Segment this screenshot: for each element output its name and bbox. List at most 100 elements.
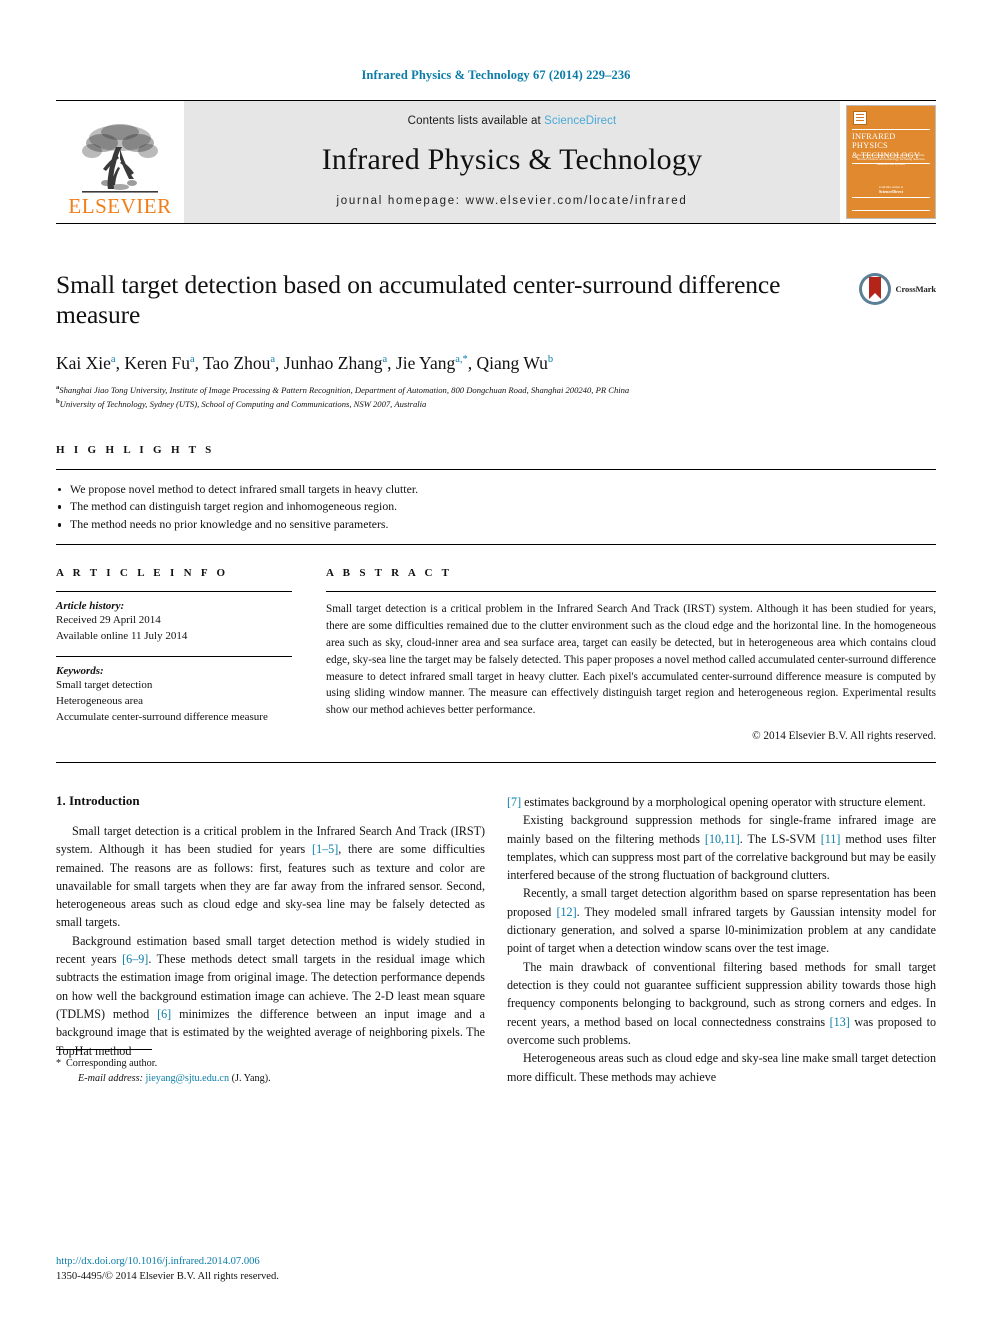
cover-divider <box>852 197 930 198</box>
paragraph: [7] estimates background by a morphologi… <box>507 794 926 809</box>
highlights-list: We propose novel method to detect infrar… <box>56 470 936 545</box>
article-history-heading: Article history: <box>56 600 125 613</box>
cover-divider <box>852 210 930 211</box>
paragraph: Existing background suppression methods … <box>507 813 936 883</box>
article-info-label: A R T I C L E I N F O <box>56 567 229 580</box>
footnote-rule <box>56 1048 152 1050</box>
author-name: Tao Zhou <box>203 352 271 373</box>
left-column-paragraphs: Small target detection is a critical pro… <box>56 822 485 1060</box>
introduction-heading: 1. Introduction <box>56 792 140 808</box>
left-column: 1. Introduction Small target detection i… <box>56 793 485 1086</box>
author-affiliation-mark: a <box>270 353 276 365</box>
abstract-copyright: © 2014 Elsevier B.V. All rights reserved… <box>752 729 936 742</box>
author-name: Kai Xie <box>56 352 111 373</box>
paragraph: Small target detection is a critical pro… <box>56 823 485 930</box>
author-affiliation-mark: a,* <box>455 353 468 365</box>
keyword: Small target detection <box>56 679 153 692</box>
affiliation: bUniversity of Technology, Sydney (UTS),… <box>56 397 427 409</box>
author-name: Junhao Zhang <box>283 352 383 373</box>
paragraph: Heterogeneous areas such as cloud edge a… <box>507 1051 936 1084</box>
elsevier-logo: ELSEVIER <box>56 101 184 223</box>
divider <box>56 544 936 546</box>
journal-cover-thumbnail: INFRARED PHYSICS & TECHNOLOGY An interna… <box>846 105 936 219</box>
divider <box>56 761 936 763</box>
keywords-group: Keywords: Small target detection Heteroge… <box>56 657 292 726</box>
journal-homepage-link[interactable]: journal homepage: www.elsevier.com/locat… <box>337 195 688 207</box>
affiliation-mark: a <box>56 384 60 392</box>
contents-prefix: Contents lists available at <box>407 115 545 127</box>
sciencedirect-link[interactable]: ScienceDirect <box>544 115 616 127</box>
keywords-lines: Small target detection Heterogeneous area… <box>56 678 292 726</box>
journal-cover: INFRARED PHYSICS & TECHNOLOGY An interna… <box>840 101 936 223</box>
info-abstract-row: A R T I C L E I N F O Article history: R… <box>56 567 936 742</box>
paragraph: The main drawback of conventional filter… <box>507 959 936 1047</box>
cover-title-line1: INFRARED PHYSICS <box>852 132 896 151</box>
cover-footer: available online at ScienceDirect <box>854 185 928 195</box>
contents-available-line: Contents lists available at ScienceDirec… <box>408 115 617 127</box>
corresponding-author-text: Corresponding author. <box>66 1057 158 1069</box>
author-affiliation-mark: a <box>382 353 388 365</box>
author-list: Kai Xiea, Keren Fua, Tao Zhoua, Junhao Z… <box>56 352 554 373</box>
elsevier-wordmark: ELSEVIER <box>68 194 172 218</box>
body-columns: 1. Introduction Small target detection i… <box>56 793 936 1086</box>
article-info-column: A R T I C L E I N F O Article history: R… <box>56 567 318 742</box>
journal-masthead: ELSEVIER Contents lists available at Sci… <box>56 100 936 224</box>
author-name: Keren Fu <box>124 352 190 373</box>
article-history-group: Article history: Received 29 April 2014 A… <box>56 592 292 645</box>
citation-link[interactable]: [1–5] <box>312 842 338 856</box>
footnote-block: * Corresponding author. E-mail address: … <box>56 1048 485 1086</box>
citation-link[interactable]: [6–9] <box>122 952 148 966</box>
page-title: Small target detection based on accumula… <box>56 270 781 330</box>
citation-link[interactable]: [7] <box>507 795 521 809</box>
affiliation: aShanghai Jiao Tong University, Institut… <box>56 384 630 396</box>
author-affiliation-mark: a <box>110 353 116 365</box>
cover-divider <box>852 129 930 130</box>
author-name: Jie Yang <box>395 352 456 373</box>
keyword: Accumulate center-surround difference me… <box>56 711 268 724</box>
affiliation-mark: b <box>56 397 60 405</box>
journal-reference: Infrared Physics & Technology 67 (2014) … <box>361 68 631 82</box>
highlight-item: The method needs no prior knowledge and … <box>56 516 936 534</box>
email-label: E-mail address: <box>78 1072 143 1084</box>
article-history-lines: Received 29 April 2014 Available online 1… <box>56 613 292 645</box>
citation-link[interactable]: [6] <box>157 1007 171 1021</box>
elsevier-tree-icon <box>82 124 158 193</box>
journal-banner: Contents lists available at ScienceDirec… <box>184 101 840 223</box>
crossmark-label: CrossMark <box>895 284 937 294</box>
author-affiliation-mark: b <box>547 353 554 365</box>
crossmark-icon <box>858 273 891 305</box>
abstract-text: Small target detection is a critical pro… <box>326 603 936 717</box>
keyword: Heterogeneous area <box>56 695 144 708</box>
title-block: Small target detection based on accumula… <box>56 270 936 410</box>
issn-copyright: 1350-4495/© 2014 Elsevier B.V. All right… <box>56 1271 279 1283</box>
cover-divider <box>852 163 930 164</box>
journal-title: Infrared Physics & Technology <box>321 143 703 176</box>
right-column: [7] estimates background by a morphologi… <box>507 793 936 1086</box>
crossmark-badge[interactable]: CrossMark <box>858 272 937 306</box>
paragraph: Recently, a small target detection algor… <box>507 886 937 956</box>
article-history-line: Available online 11 July 2014 <box>56 630 188 643</box>
abstract-label: A B S T R A C T <box>326 567 453 580</box>
citation-link[interactable]: [11] <box>821 832 841 846</box>
abstract-column: A B S T R A C T Small target detection i… <box>318 567 936 742</box>
cover-footer-brand: ScienceDirect <box>878 189 904 195</box>
email-suffix: (J. Yang). <box>231 1072 271 1084</box>
highlight-item: We propose novel method to detect infrar… <box>56 481 936 499</box>
citation-link[interactable]: [13] <box>830 1015 850 1029</box>
affiliation-list: aShanghai Jiao Tong University, Institut… <box>56 383 936 409</box>
author-name: Qiang Wu <box>476 352 548 373</box>
page-footer: http://dx.doi.org/10.1016/j.infrared.201… <box>56 1255 486 1285</box>
highlights-section: H I G H L I G H T S We propose novel met… <box>56 444 936 546</box>
author-affiliation-mark: a <box>189 353 195 365</box>
article-page: Infrared Physics & Technology 67 (2014) … <box>0 0 992 1323</box>
right-column-paragraphs: [7] estimates background by a morphologi… <box>507 793 936 1086</box>
keywords-heading: Keywords: <box>56 665 104 678</box>
cover-emblem-icon <box>853 111 867 125</box>
paragraph: Background estimation based small target… <box>56 933 485 1058</box>
doi-link[interactable]: http://dx.doi.org/10.1016/j.infrared.201… <box>56 1255 486 1270</box>
citation-link[interactable]: [10,11] <box>705 832 740 846</box>
email-link[interactable]: jieyang@sjtu.edu.cn <box>146 1073 230 1084</box>
footnote-star: * <box>56 1057 62 1069</box>
citation-link[interactable]: [12] <box>556 905 576 919</box>
article-history-line: Received 29 April 2014 <box>56 614 161 627</box>
